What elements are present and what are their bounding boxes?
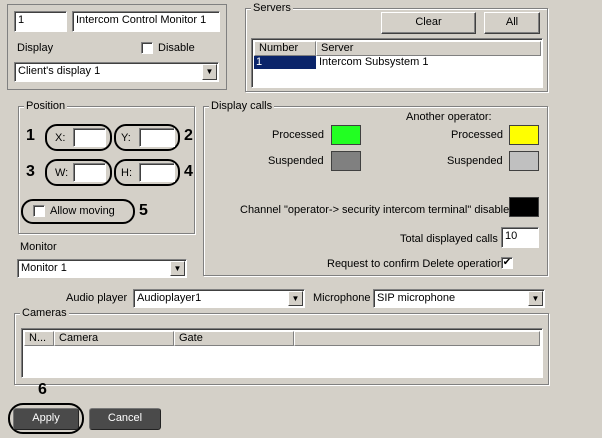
cameras-list[interactable]: N... Camera Gate: [21, 328, 543, 378]
annotation-1: 1: [26, 127, 35, 144]
cameras-col-filler: [294, 331, 540, 346]
annotation-4: 4: [184, 163, 193, 180]
confirm-delete-checkbox[interactable]: ✔: [501, 257, 513, 269]
chevron-down-icon[interactable]: ▼: [170, 261, 185, 276]
cameras-col-gate[interactable]: Gate: [174, 331, 294, 346]
servers-list[interactable]: Number Server 1 Intercom Subsystem 1: [251, 38, 543, 88]
position-title: Position: [24, 100, 68, 112]
disable-label: Disable: [158, 42, 195, 54]
cameras-col-number[interactable]: N...: [24, 331, 54, 346]
x-field[interactable]: [73, 128, 106, 147]
w-field[interactable]: [73, 163, 106, 182]
display-label: Display: [17, 42, 54, 54]
total-displayed-calls-field[interactable]: 10: [501, 227, 539, 248]
apply-button[interactable]: Apply: [13, 408, 79, 430]
w-label: W:: [55, 167, 69, 179]
all-button[interactable]: All: [484, 12, 540, 34]
other-suspended-color-swatch[interactable]: [509, 151, 539, 171]
h-field[interactable]: [139, 163, 175, 182]
total-displayed-calls-label: Total displayed calls: [400, 233, 498, 245]
clear-button[interactable]: Clear: [381, 12, 476, 34]
monitor-label: Monitor: [20, 241, 57, 253]
display-select[interactable]: Client's display 1 ▼: [14, 62, 219, 82]
annotation-6: 6: [38, 381, 47, 398]
chevron-down-icon[interactable]: ▼: [528, 291, 543, 306]
suspended-color-swatch[interactable]: [331, 151, 361, 171]
allow-moving-checkbox[interactable]: [33, 205, 45, 217]
other-processed-color-swatch[interactable]: [509, 125, 539, 145]
monitor-select-value: Monitor 1: [21, 262, 67, 274]
object-name-field[interactable]: Intercom Control Monitor 1: [72, 11, 220, 32]
server-row-number: 1: [254, 56, 316, 69]
y-field[interactable]: [139, 128, 175, 147]
checkmark-icon: ✔: [502, 257, 512, 268]
table-row[interactable]: 1 Intercom Subsystem 1: [254, 56, 517, 69]
servers-col-server[interactable]: Server: [316, 41, 541, 56]
microphone-value: SIP microphone: [377, 292, 456, 304]
display-select-value: Client's display 1: [18, 65, 101, 77]
cameras-col-camera[interactable]: Camera: [54, 331, 174, 346]
allow-moving-label: Allow moving: [50, 205, 115, 217]
channel-disabled-label: Channel "operator-> security intercom te…: [240, 204, 516, 216]
servers-title: Servers: [251, 2, 293, 14]
confirm-delete-label: Request to confirm Delete operation: [327, 258, 504, 270]
cancel-button[interactable]: Cancel: [89, 408, 161, 430]
object-id-field[interactable]: 1: [14, 11, 67, 32]
audio-player-value: Audioplayer1: [137, 292, 202, 304]
display-calls-title: Display calls: [209, 100, 275, 112]
processed-label: Processed: [272, 129, 324, 141]
chevron-down-icon[interactable]: ▼: [202, 64, 217, 80]
audio-player-select[interactable]: Audioplayer1 ▼: [133, 289, 305, 308]
x-label: X:: [55, 132, 66, 144]
y-label: Y:: [121, 132, 131, 144]
suspended-label: Suspended: [268, 155, 324, 167]
channel-disabled-color-swatch[interactable]: [509, 197, 539, 217]
servers-col-number[interactable]: Number: [254, 41, 316, 56]
chevron-down-icon[interactable]: ▼: [288, 291, 303, 306]
annotation-3: 3: [26, 163, 35, 180]
another-operator-label: Another operator:: [406, 111, 492, 123]
audio-player-label: Audio player: [66, 292, 128, 304]
other-suspended-label: Suspended: [447, 155, 503, 167]
disable-checkbox[interactable]: [141, 42, 153, 54]
microphone-label: Microphone: [313, 292, 371, 304]
processed-color-swatch[interactable]: [331, 125, 361, 145]
microphone-select[interactable]: SIP microphone ▼: [373, 289, 545, 308]
cameras-title: Cameras: [20, 307, 69, 319]
server-row-name: Intercom Subsystem 1: [319, 56, 429, 68]
other-processed-label: Processed: [451, 129, 503, 141]
annotation-5: 5: [139, 202, 148, 219]
h-label: H:: [121, 167, 132, 179]
annotation-2: 2: [184, 127, 193, 144]
monitor-select[interactable]: Monitor 1 ▼: [17, 259, 187, 278]
